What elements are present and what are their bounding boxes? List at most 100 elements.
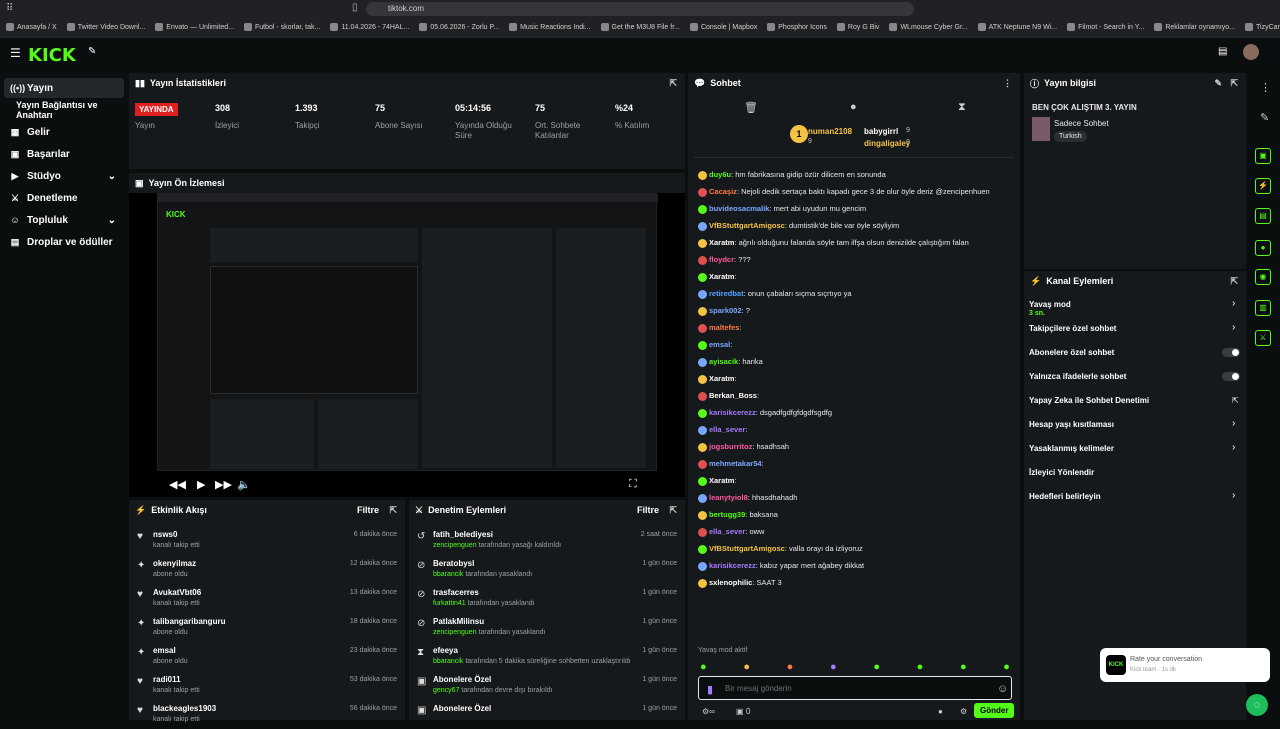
channel-action-label[interactable]: Yapay Zeka ile Sohbet Denetimi [1029, 396, 1149, 405]
moderator-name[interactable]: bbarancik [433, 571, 463, 578]
expand-icon[interactable]: ⇱ [669, 505, 677, 516]
toggle-switch[interactable] [1222, 348, 1240, 357]
chat-bubble-icon[interactable]: ● [938, 707, 943, 716]
activity-row[interactable]: ♥ AvukatVbt06 kanalı takip etti 13 dakika ö… [129, 584, 405, 613]
moderator-name[interactable]: zencipenguen [433, 629, 477, 636]
language-tag[interactable]: Turkish [1054, 131, 1087, 142]
emote-icon[interactable]: ● [1003, 661, 1010, 673]
moderation-row[interactable]: ↺ fatih_belediyesi zencipenguen tarafından… [409, 526, 685, 555]
channel-action-label[interactable]: Yasaklanmış kelimeler [1029, 444, 1114, 453]
expand-icon[interactable]: ⇱ [1230, 276, 1238, 287]
forward-icon[interactable]: ▶▶ [215, 478, 232, 491]
bookmark-item[interactable]: Envato — Unlimited... [155, 18, 234, 36]
moderator-name[interactable]: furkattin41 [433, 600, 466, 607]
moderation-row[interactable]: ⧗ efeeya bbarancik tarafından 5 dakika sür… [409, 642, 685, 671]
channel-action-label[interactable]: Yavaş mod [1029, 300, 1071, 309]
activity-user[interactable]: nsws0 [153, 530, 177, 539]
activity-row[interactable]: ♥ blackeagles1903 kanalı takip etti 56 daki… [129, 700, 405, 729]
chat-input[interactable]: ▮ Bir mesaj gönderin ☺ [698, 676, 1012, 700]
rating-toast[interactable]: KICK Rate your conversation Kick team · … [1100, 648, 1270, 682]
external-link-icon[interactable]: ⇱ [1232, 396, 1239, 405]
rail-button-1[interactable]: ▣ [1255, 148, 1271, 164]
moderator-name[interactable]: bbarancik [433, 658, 463, 665]
chat-message[interactable]: karisikcerezz: kabız yapar mert ağabey d… [698, 561, 1018, 571]
chat-message[interactable]: VfBStuttgartAmigosc: dumtistik'de bile v… [698, 221, 1018, 231]
chat-message[interactable]: duy6u: hm fabrikasına gidip özür dilicem… [698, 170, 1018, 180]
chevron-right-icon[interactable]: › [1232, 418, 1235, 429]
mic-icon[interactable]: ▮ [707, 683, 713, 696]
chat-username[interactable]: leanytyiol8 [709, 493, 748, 502]
chat-message[interactable]: jogsburritoz: hsadhsah [698, 442, 1018, 452]
chat-username[interactable]: maltefes [709, 323, 739, 332]
bookmark-item[interactable]: 11.04.2026 - 74HAL... [330, 18, 409, 36]
chat-username[interactable]: karisikcerezz [709, 561, 756, 570]
activity-row[interactable]: ✦ emsal abone oldu 23 dakika önce [129, 642, 405, 671]
activity-row[interactable]: ✦ talibangaribanguru abone oldu 18 dakika ö… [129, 613, 405, 642]
chat-message[interactable]: floydcr: ??? [698, 255, 1018, 265]
menu-icon[interactable]: ☰ [10, 46, 21, 60]
category-thumbnail[interactable] [1032, 117, 1050, 141]
chat-message[interactable]: Xaratm: [698, 272, 1018, 282]
channel-action-label[interactable]: Takipçilere özel sohbet [1029, 324, 1116, 333]
help-chat-icon[interactable]: ◌ [1246, 694, 1268, 716]
avatar[interactable] [1243, 44, 1259, 60]
activity-user[interactable]: okenyilmaz [153, 559, 196, 568]
pin-icon[interactable]: ✎ [88, 46, 96, 57]
sidebar-item[interactable]: ▶ Stüdyo ⌄ [4, 166, 124, 186]
category-name[interactable]: Sadece Sohbet [1054, 119, 1109, 128]
activity-row[interactable]: ♥ nsws0 kanalı takip etti 6 dakika önce [129, 526, 405, 555]
rail-button-7[interactable]: ⚔ [1255, 330, 1271, 346]
channel-action-label[interactable]: Abonelere özel sohbet [1029, 348, 1114, 357]
bookmark-icon[interactable]: ▯ [352, 2, 358, 13]
chat-username[interactable]: sxlenophilic [709, 578, 752, 587]
emote-icon[interactable]: ● [700, 661, 707, 673]
chat-username[interactable]: emsal [709, 340, 730, 349]
moderation-target[interactable]: trasfacerres [433, 588, 479, 597]
chat-username[interactable]: bertugg39 [709, 510, 745, 519]
activity-user[interactable]: radi011 [153, 675, 181, 684]
bookmark-item[interactable]: Roy G Biv [836, 18, 879, 36]
volume-icon[interactable]: 🔈 [237, 478, 251, 491]
chevron-right-icon[interactable]: › [1232, 322, 1235, 333]
moderation-row[interactable]: ▣ Abonelere Özel 1 gün önce [409, 700, 685, 729]
sidebar-item[interactable]: ▣ Başarılar [4, 144, 124, 164]
emote-icon[interactable]: ● [830, 661, 837, 673]
preview-video[interactable]: KICK [157, 193, 658, 471]
chat-username[interactable]: VfBStuttgartAmigosc [709, 221, 785, 230]
rewind-icon[interactable]: ◀◀ [169, 478, 186, 491]
bookmark-item[interactable]: TizyCards | Kart Kol... [1245, 18, 1280, 36]
chat-message[interactable]: leanytyiol8: hhasdhahadh [698, 493, 1018, 503]
chat-message[interactable]: sxlenophilic: SAAT 3 [698, 578, 1018, 588]
gear-icon[interactable]: ⚙ [960, 707, 967, 716]
settings-icon[interactable]: ⚙∞ [702, 707, 715, 716]
chevron-right-icon[interactable]: › [1232, 490, 1235, 501]
moderation-row[interactable]: ⊘ PatlakMilinsu zencipenguen tarafından ya… [409, 613, 685, 642]
moderation-row[interactable]: ⊘ trasfacerres furkattin41 tarafından yasa… [409, 584, 685, 613]
moderation-target[interactable]: Beratobysl [433, 559, 474, 568]
chat-message[interactable]: emsal: [698, 340, 1018, 350]
chat-message[interactable]: bertugg39: baksana [698, 510, 1018, 520]
sidebar-item[interactable]: ⚔ Denetleme [4, 188, 124, 208]
bookmark-item[interactable]: Phosphor Icons [767, 18, 827, 36]
bookmark-item[interactable]: Filmot - Search in Y... [1067, 18, 1144, 36]
sidebar-item[interactable]: ▤ Droplar ve ödüller [4, 232, 124, 252]
moderation-row[interactable]: ▣ Abonelere Özel gency67 tarafından devre … [409, 671, 685, 700]
rail-button-2[interactable]: ⚡ [1255, 178, 1271, 194]
chat-message[interactable]: ella_sever: oww [698, 527, 1018, 537]
chat-message[interactable]: spark002: ? [698, 306, 1018, 316]
rail-button-5[interactable]: ◉ [1255, 269, 1271, 285]
chat-message[interactable]: retiredbat: onun çabaları sıçma sıçrtıyo… [698, 289, 1018, 299]
chat-username[interactable]: spark002 [709, 306, 742, 315]
address-bar[interactable]: tiktok.com [366, 2, 914, 16]
chat-username[interactable]: Xaratm [709, 272, 734, 281]
moderator-name[interactable]: zencipenguen [433, 542, 477, 549]
chat-message[interactable]: buvideosacmalik: mert abi uyudun mu genc… [698, 204, 1018, 214]
emote-icon[interactable]: ● [743, 661, 750, 673]
chat-message[interactable]: karisikcerezz: dsgadfgdfgfdgdfsgdfg [698, 408, 1018, 418]
fullscreen-icon[interactable]: ⛶ [629, 478, 637, 491]
chat-username[interactable]: ella_sever [709, 425, 745, 434]
rank3-name[interactable]: dingaligaley [864, 139, 910, 148]
chat-message[interactable]: ella_sever: [698, 425, 1018, 435]
activity-user[interactable]: blackeagles1903 [153, 704, 216, 713]
chat-username[interactable]: Cacaşiz [709, 187, 737, 196]
